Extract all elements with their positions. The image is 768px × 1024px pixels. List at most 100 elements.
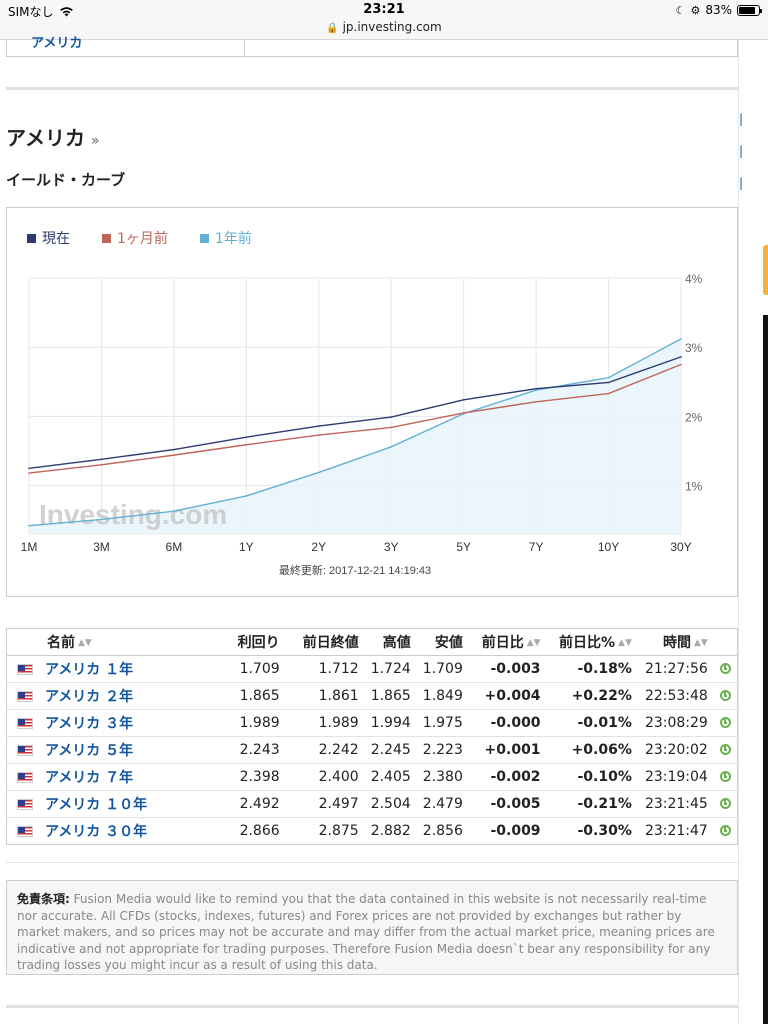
series-point — [245, 443, 248, 446]
low-cell: 1.849 — [416, 682, 469, 710]
change-pct-cell: -0.30% — [577, 823, 632, 839]
col-header-time[interactable]: 時間 ▲▼ — [637, 628, 714, 656]
x-tick-label: 6M — [166, 540, 183, 554]
bond-name-link[interactable]: アメリカ １年 — [45, 662, 133, 678]
col-header-status — [713, 628, 738, 656]
disclaimer-box: 免責条項: Fusion Media would like to remind … — [6, 880, 738, 975]
time-cell: 22:53:48 — [637, 682, 714, 710]
change-cell: -0.000 — [468, 709, 547, 737]
prev-close-cell: 1.989 — [285, 709, 365, 737]
series-point — [680, 363, 682, 366]
table-row: アメリカ ２年 1.865 1.861 1.865 1.849 +0.004 +0.22% 2… — [6, 682, 738, 710]
table-row: アメリカ ７年 2.398 2.400 2.405 2.380 -0.002 -0.10% 2… — [6, 763, 738, 791]
x-tick-label: 1M — [21, 540, 38, 554]
change-cell: -0.002 — [468, 763, 547, 791]
battery-icon — [737, 4, 762, 16]
high-cell: 2.882 — [370, 823, 411, 839]
col-header-change[interactable]: 前日比 ▲▼ — [468, 628, 547, 656]
series-point — [390, 446, 393, 448]
sidebar-link-stub[interactable]: | — [739, 112, 743, 126]
moon-icon: ☾ — [675, 3, 686, 17]
sidebar-link-stub[interactable]: | — [739, 144, 743, 158]
yield-cell: 2.492 — [214, 790, 286, 818]
high-cell: 2.504 — [364, 790, 417, 818]
series-point — [390, 426, 393, 429]
time-cell: 23:19:04 — [637, 763, 714, 791]
col-header-low[interactable]: 安値 — [416, 628, 469, 656]
prev-close-cell: 1.712 — [285, 655, 365, 683]
change-pct-cell: -0.01% — [546, 709, 638, 737]
series-point — [317, 425, 320, 427]
low-cell: 2.856 — [422, 823, 463, 839]
table-row: アメリカ ５年 2.243 2.242 2.245 2.223 +0.001 +0.06% 2… — [6, 736, 738, 764]
us-flag-icon — [17, 718, 33, 729]
high-cell: 1.724 — [364, 655, 417, 683]
ios-status-bar: SIMなし 23:21 🔒 jp.investing.com ☾ ⚙ 83% — [0, 0, 768, 40]
address-bar[interactable]: 🔒 jp.investing.com — [0, 20, 768, 34]
col-header-high[interactable]: 高値 — [364, 628, 417, 656]
y-tick-label: 1% — [685, 480, 703, 494]
yield-cell: 1.865 — [214, 682, 286, 710]
disclaimer-label: 免責条項: — [17, 892, 70, 906]
col-header-yield[interactable]: 利回り — [214, 628, 286, 656]
investing-watermark: Investing.com — [39, 499, 227, 530]
series-point — [28, 524, 30, 527]
x-tick-label: 1Y — [239, 540, 254, 554]
series-point — [535, 389, 537, 391]
series-point — [462, 412, 465, 414]
x-tick-label: 30Y — [670, 540, 691, 554]
series-point — [245, 436, 248, 438]
series-point — [680, 356, 682, 358]
sidebar-link-stub[interactable]: | — [739, 176, 743, 190]
status-cell — [713, 709, 738, 737]
yield-cell: 1.989 — [214, 709, 286, 737]
change-cell: -0.009 — [490, 823, 541, 839]
bond-name-link[interactable]: アメリカ ５年 — [45, 743, 133, 759]
bond-yield-table: 名前 ▲▼ 利回り 前日終値 高値 安値 前日比 ▲▼ 前日比% ▲▼ 時間 ▲▼ アメ… — [6, 628, 738, 845]
prev-close-cell: 2.400 — [285, 763, 365, 791]
last-updated-label: 最終更新: 2017-12-21 14:19:43 — [279, 563, 431, 577]
clock-time: 23:21 — [363, 2, 405, 17]
status-right: ☾ ⚙ 83% — [675, 3, 762, 17]
table-row: アメリカ ３年 1.989 1.989 1.994 1.975 -0.000 -0.01% 2… — [6, 709, 738, 737]
yield-cell: 2.243 — [214, 736, 286, 764]
status-cell — [713, 763, 738, 791]
series-point — [28, 472, 30, 474]
sidebar-tab[interactable] — [763, 245, 768, 295]
bond-name-link[interactable]: アメリカ ７年 — [45, 770, 133, 786]
bond-name-cell: アメリカ ３年 — [6, 709, 215, 737]
chevron-right-icon: » — [91, 133, 100, 149]
status-cell — [713, 736, 738, 764]
clock-icon — [719, 690, 731, 701]
disclaimer-text: Fusion Media would like to remind you th… — [17, 892, 715, 972]
url-text: jp.investing.com — [342, 20, 442, 34]
sort-icon: ▲▼ — [693, 638, 708, 648]
status-cell — [713, 655, 738, 683]
x-tick-label: 10Y — [598, 540, 619, 554]
bond-name-link[interactable]: アメリカ ３年 — [45, 716, 133, 732]
change-pct-cell: +0.06% — [546, 736, 638, 764]
col-header-name[interactable]: 名前 ▲▼ — [6, 628, 215, 656]
high-cell: 1.994 — [364, 709, 417, 737]
bond-name-cell: アメリカ ３０年 — [7, 818, 215, 845]
bond-name-cell: アメリカ １年 — [6, 655, 215, 683]
bond-name-link[interactable]: アメリカ ２年 — [45, 689, 133, 705]
bond-name-link[interactable]: アメリカ １０年 — [45, 797, 147, 813]
col-header-prev-close[interactable]: 前日終値 — [285, 628, 365, 656]
y-tick-label: 4% — [685, 272, 703, 286]
section-title[interactable]: アメリカ » — [6, 122, 100, 151]
series-point — [680, 338, 682, 340]
previous-table-link[interactable]: アメリカ — [31, 32, 82, 51]
low-cell: 2.479 — [416, 790, 469, 818]
prev-close-cell: 2.497 — [285, 790, 365, 818]
footer-divider — [6, 1005, 738, 1008]
prev-close-cell: 2.875 — [318, 823, 359, 839]
status-cell — [714, 818, 738, 845]
yield-curve-chart: 現在 1ヶ月前 1年前 1% 2% 3% 4% 1M 3M 6M 1Y 2Y 3Y 5Y 7Y 10Y 30Y… — [6, 207, 738, 597]
clock-icon — [719, 771, 731, 782]
series-point — [173, 510, 175, 512]
low-cell: 1.709 — [416, 655, 469, 683]
status-cell — [713, 682, 738, 710]
bond-name-link[interactable]: アメリカ ３０年 — [45, 824, 147, 840]
col-header-change-pct[interactable]: 前日比% ▲▼ — [546, 628, 638, 656]
